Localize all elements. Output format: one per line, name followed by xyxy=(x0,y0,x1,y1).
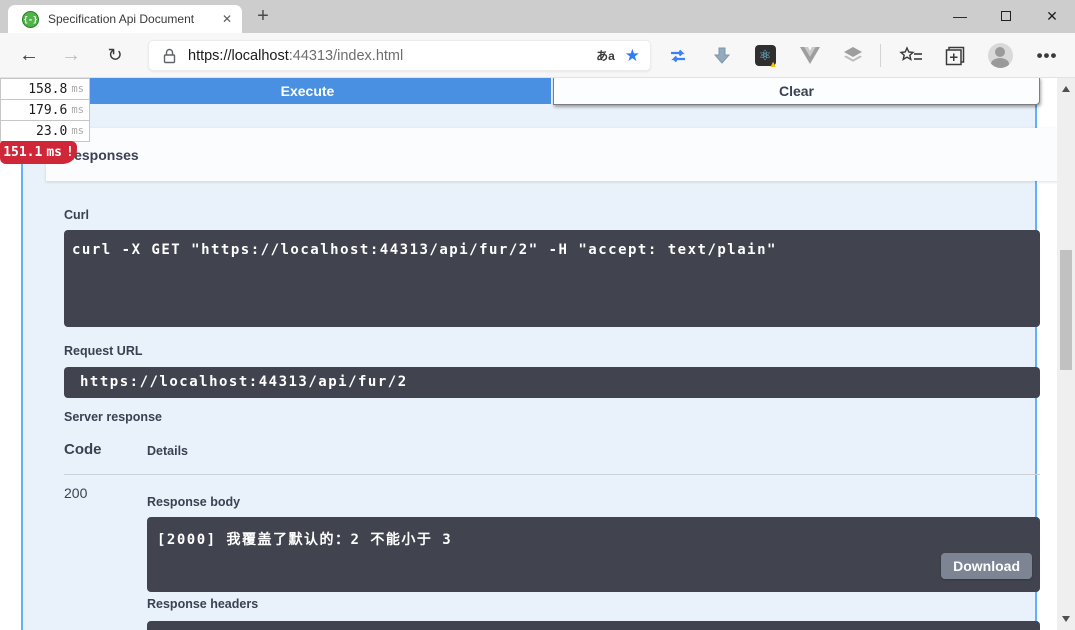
timing-unit: ms xyxy=(71,104,84,116)
timing-error-badge: 151.1 ms ! xyxy=(0,141,77,164)
tab-close-icon[interactable]: ✕ xyxy=(222,12,232,26)
response-code: 200 xyxy=(64,485,87,501)
execute-button[interactable]: Execute xyxy=(64,78,551,104)
collections-icon[interactable] xyxy=(940,33,970,78)
scrollbar-up-icon[interactable] xyxy=(1062,86,1070,92)
details-column-header: Details xyxy=(147,444,188,458)
forward-icon[interactable]: → xyxy=(58,33,84,78)
timing-unit: ms xyxy=(71,83,84,95)
swagger-page: Execute Clear Responses Curl curl -X GET… xyxy=(0,78,1075,630)
react-devtools-icon[interactable]: ⚛ ▲ xyxy=(750,33,780,78)
avatar-icon xyxy=(988,43,1013,68)
profile-avatar[interactable] xyxy=(985,33,1015,78)
response-body-text: [2000] 我覆盖了默认的：2 不能小于 3 xyxy=(157,532,452,548)
curl-label: Curl xyxy=(64,208,89,222)
vue-devtools-icon[interactable] xyxy=(795,33,825,78)
timing-entry: 158.8 ms xyxy=(0,78,90,100)
timing-entry: 179.6 ms xyxy=(0,99,90,121)
code-column-header: Code xyxy=(64,441,102,458)
browser-window: {-} Specification Api Document ✕ + — ✕ ←… xyxy=(0,0,1075,630)
refresh-icon[interactable]: ↻ xyxy=(102,33,128,78)
overflow-menu-icon[interactable]: ••• xyxy=(1032,33,1062,78)
timing-value: 23.0 xyxy=(36,124,67,139)
page-scrollbar[interactable] xyxy=(1057,78,1075,630)
window-controls: — ✕ xyxy=(937,0,1075,32)
response-headers-label: Response headers xyxy=(147,597,258,611)
swagger-favicon-icon: {-} xyxy=(22,11,39,28)
response-body-label: Response body xyxy=(147,495,240,509)
swagger-opblock: Execute Clear Responses Curl curl -X GET… xyxy=(21,78,1037,630)
clear-button[interactable]: Clear xyxy=(553,78,1040,105)
url-text: https://localhost:44313/index.html xyxy=(188,48,586,64)
response-timing-overlay: 158.8 ms 179.6 ms 23.0 ms 151.1 ms ! xyxy=(0,79,90,164)
sync-extension-icon[interactable] xyxy=(663,33,693,78)
maximize-icon xyxy=(1001,11,1011,21)
minimize-button[interactable]: — xyxy=(937,0,983,32)
new-tab-button[interactable]: + xyxy=(250,3,276,29)
address-bar[interactable]: https://localhost:44313/index.html あa ★ xyxy=(148,40,651,71)
curl-command-block: curl -X GET "https://localhost:44313/api… xyxy=(64,230,1040,327)
timing-value: 179.6 xyxy=(28,103,67,118)
lock-icon xyxy=(163,48,176,64)
responses-section-header: Responses xyxy=(46,128,1058,181)
favorite-star-icon[interactable]: ★ xyxy=(625,46,640,66)
timing-error-mark: ! xyxy=(66,145,74,160)
close-window-button[interactable]: ✕ xyxy=(1029,0,1075,32)
timing-value: 151.1 xyxy=(3,145,42,160)
maximize-button[interactable] xyxy=(983,0,1029,32)
download-button[interactable]: Download xyxy=(941,553,1032,579)
timing-unit: ms xyxy=(46,145,62,160)
scrollbar-thumb[interactable] xyxy=(1060,250,1072,370)
timing-value: 158.8 xyxy=(28,82,67,97)
scrollbar-down-icon[interactable] xyxy=(1062,616,1070,622)
url-host: https://localhost xyxy=(188,48,289,64)
back-icon[interactable]: ← xyxy=(16,33,42,78)
tab-bar: {-} Specification Api Document ✕ + — ✕ xyxy=(0,0,1075,33)
translate-icon[interactable]: あa xyxy=(596,47,615,64)
server-response-label: Server response xyxy=(64,410,162,424)
table-divider xyxy=(64,474,1040,475)
warning-icon: ▲ xyxy=(769,59,778,69)
layers-extension-icon[interactable] xyxy=(838,33,868,78)
timing-entry: 23.0 ms xyxy=(0,120,90,142)
toolbar-separator xyxy=(880,44,881,67)
browser-tab[interactable]: {-} Specification Api Document ✕ xyxy=(8,5,242,33)
tab-title: Specification Api Document xyxy=(48,12,214,26)
request-url-label: Request URL xyxy=(64,344,142,358)
request-url-block: https://localhost:44313/api/fur/2 xyxy=(64,367,1040,398)
response-headers-block xyxy=(147,621,1040,630)
favorites-list-icon[interactable] xyxy=(896,33,926,78)
download-extension-icon[interactable] xyxy=(707,33,737,78)
timing-unit: ms xyxy=(71,125,84,137)
response-body-block: [2000] 我覆盖了默认的：2 不能小于 3 Download xyxy=(147,517,1040,592)
browser-toolbar: ← → ↻ https://localhost:44313/index.html… xyxy=(0,33,1075,78)
url-path: :44313/index.html xyxy=(289,48,403,64)
